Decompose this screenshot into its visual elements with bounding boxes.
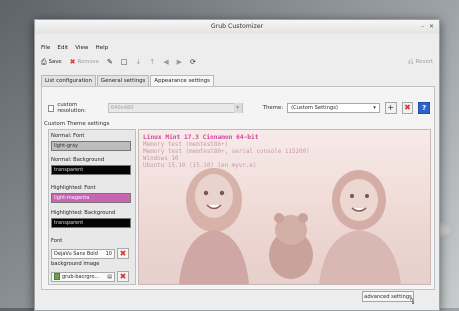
custom-theme-settings-label: Custom Theme settings [44, 121, 110, 127]
background-image-row: grub-bacrgro... ▤ ✖ [51, 271, 129, 282]
revert-label: Revert [415, 59, 433, 65]
move-down-icon[interactable]: ↓ [136, 58, 142, 66]
background-image-chooser[interactable]: grub-bacrgro... ▤ [51, 271, 115, 282]
custom-resolution-value: 640x480 [110, 105, 134, 111]
plus-icon: + [387, 103, 395, 112]
highlighted-font-color-picker[interactable]: light-magenta [51, 193, 131, 203]
create-entry-icon[interactable]: □ [121, 58, 128, 66]
move-right-icon[interactable]: ▶ [177, 58, 182, 66]
remove-theme-button[interactable]: ✖ [401, 102, 414, 114]
custom-resolution-input[interactable]: 640x480 ▾ [107, 103, 243, 113]
background-image-label: background image [51, 261, 100, 267]
font-size: 10 [105, 250, 112, 257]
image-file-icon [54, 273, 60, 280]
save-button[interactable]: ⎙ Save [41, 57, 62, 66]
normal-font-color-picker[interactable]: light-gray [51, 141, 131, 151]
refresh-icon[interactable]: ⟳ [190, 58, 196, 66]
grub-customizer-window: Grub Customizer – ✕ File Edit View Help … [34, 19, 440, 311]
boot-menu-preview: Linux Mint 17.3 Cinnamon 64-bit Memory t… [138, 129, 431, 285]
custom-resolution-checkbox[interactable] [48, 104, 55, 112]
edit-icon[interactable]: ✎ [107, 58, 113, 66]
resolution-theme-row: custom resolution: 640x480 ▾ Theme: (Cus… [48, 101, 431, 115]
toolbar: ⎙ Save ✖ Remove ✎ □ ↓ ↑ ◀ ▶ ⟳ ⎌ Revert [41, 55, 433, 69]
save-icon: ⎙ [41, 57, 47, 66]
font-name: DejaVu Sans Bold [54, 250, 98, 257]
preview-entry: Ubuntu 15.10 (15.10) (en myvr.e) [143, 163, 257, 169]
advanced-settings-button[interactable]: advanced settings [362, 291, 414, 302]
highlighted-background-label: Highlighted: Background [51, 210, 116, 216]
remove-button[interactable]: ✖ Remove [69, 57, 100, 66]
chevron-down-icon: ▾ [373, 105, 376, 111]
remove-label: Remove [77, 59, 100, 65]
save-label: Save [48, 59, 62, 65]
menu-file[interactable]: File [41, 45, 50, 51]
menubar: File Edit View Help [41, 45, 108, 51]
chevron-down-icon[interactable]: ▾ [233, 103, 242, 113]
preview-entry: Memory test (memtest86+, serial console … [143, 149, 310, 155]
font-chooser-button[interactable]: DejaVu Sans Bold 10 [51, 248, 115, 259]
normal-font-label: Normal: Font [51, 133, 85, 139]
close-icon: ✖ [404, 103, 411, 112]
close-icon: ✖ [119, 249, 127, 258]
close-icon[interactable]: ✕ [429, 20, 434, 34]
move-left-icon[interactable]: ◀ [163, 58, 168, 66]
info-icon: ? [422, 104, 427, 112]
window-title: Grub Customizer [210, 23, 264, 30]
add-theme-button[interactable]: + [384, 102, 397, 114]
normal-background-color-picker[interactable]: transparent [51, 165, 131, 175]
preview-entry: Windows 10 [143, 156, 179, 162]
revert-button[interactable]: ⎌ Revert [408, 55, 433, 69]
mouse-cursor-icon: ⭛ [410, 297, 415, 306]
normal-background-label: Normal: Background [51, 157, 105, 163]
remove-icon: ✖ [69, 57, 76, 66]
revert-icon: ⎌ [408, 57, 414, 66]
font-label: Font [51, 238, 63, 244]
menu-help[interactable]: Help [96, 45, 109, 51]
preview-entry: Memory test (memtest86+) [143, 142, 229, 148]
minimize-icon[interactable]: – [421, 20, 424, 34]
custom-resolution-label: custom resolution: [57, 102, 86, 114]
move-up-icon[interactable]: ↑ [149, 58, 155, 66]
menu-edit[interactable]: Edit [57, 45, 68, 51]
appearance-settings-panel: custom resolution: 640x480 ▾ Theme: (Cus… [41, 86, 435, 290]
remove-font-button[interactable]: ✖ [117, 248, 129, 259]
background-image-filename: grub-bacrgro... [62, 273, 100, 280]
menu-view[interactable]: View [75, 45, 88, 51]
font-row: DejaVu Sans Bold 10 ✖ [51, 248, 129, 259]
info-button[interactable]: ? [418, 102, 431, 114]
theme-value: (Custom Settings) [291, 105, 338, 111]
remove-background-button[interactable]: ✖ [117, 271, 129, 282]
theme-label: Theme: [262, 105, 284, 111]
close-icon: ✖ [119, 272, 127, 281]
highlighted-background-color-picker[interactable]: transparent [51, 218, 131, 228]
highlighted-font-label: Highlighted: Font [51, 185, 96, 191]
window-titlebar[interactable]: Grub Customizer – ✕ [35, 20, 439, 34]
folder-icon: ▤ [107, 273, 112, 280]
theme-select[interactable]: (Custom Settings) ▾ [287, 103, 380, 113]
preview-selected-entry: Linux Mint 17.3 Cinnamon 64-bit [143, 134, 259, 141]
theme-settings-sidebar: Normal: Font light-gray Normal: Backgrou… [48, 129, 136, 285]
